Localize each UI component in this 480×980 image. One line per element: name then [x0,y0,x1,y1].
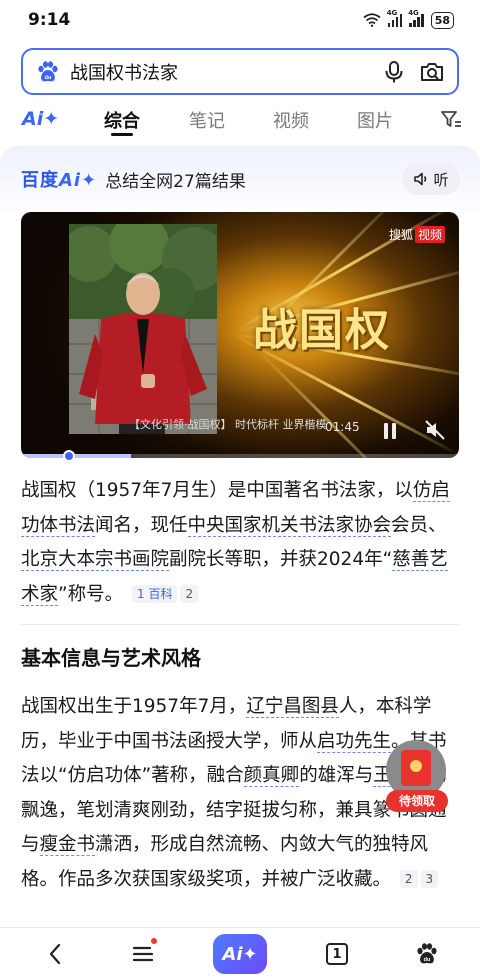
filter-icon[interactable] [440,110,462,130]
battery-icon: 58 [430,11,454,29]
status-time: 9:14 [28,10,71,30]
microphone-icon[interactable] [383,60,405,84]
divider [21,624,459,625]
status-bar: 9:14 4G 4G 58 [0,0,480,40]
speaker-icon [414,172,427,186]
back-arrow-icon [49,943,61,965]
citation-2[interactable]: 2 [399,869,418,888]
camera-search-icon[interactable] [419,60,445,84]
video-source-badge: 搜狐 视频 [389,226,445,243]
tab-ai[interactable]: Ai✦ [22,108,59,130]
listen-button[interactable]: 听 [402,163,460,195]
video-title-text: 战国权 [253,305,391,356]
battery-level: 58 [434,13,450,27]
active-tab-indicator [111,133,133,136]
citation-baike[interactable]: 1 百科 [132,584,178,603]
tabs-count-button[interactable]: 1 [326,943,348,965]
listen-label: 听 [433,170,449,189]
baidu-paw-icon: du [417,943,437,964]
tab-video[interactable]: 视频 [273,107,309,133]
search-bar[interactable]: du 战国权书法家 [21,48,459,95]
tab-images[interactable]: 图片 [357,107,393,133]
ai-card-header: 百度Ai✦ 总结全网27篇结果 [21,166,246,192]
back-button[interactable] [40,936,70,972]
citation-2[interactable]: 2 [180,584,199,603]
intro-paragraph: 战国权（1957年7月生）是中国著名书法家，以仿启功体书法闻名，现任中央国家机关… [21,480,450,606]
link-qigong[interactable]: 启功先生 [317,730,392,753]
video-player[interactable]: 战国权 搜狐 视频 【文化引领·战国权】 时代标杆 业界楷模 01:45 [21,212,459,458]
status-icons: 4G 4G 58 [363,9,454,29]
ai-answer-card: 百度Ai✦ 总结全网27篇结果 听 战国权 搜狐 视频 【文化引领·战国权】 时… [0,146,480,936]
link-central-calligraphers-association[interactable]: 中央国家机关书法家协会 [187,514,392,537]
link-beijing-academy[interactable]: 北京大本宗书画院 [21,549,170,571]
tab-notes[interactable]: 笔记 [189,107,225,133]
video-timestamp: 01:45 [325,420,360,434]
red-packet-label: 待领取 [386,790,448,812]
citation-3[interactable]: 3 [420,869,439,888]
video-progress-fill [21,454,131,458]
link-changtu-county[interactable]: 辽宁昌图县 [246,696,339,718]
video-portrait-image [69,224,217,434]
network-type-label: 4G [386,9,398,17]
red-packet-button[interactable]: 待领取 [386,740,448,812]
video-progress-handle[interactable] [63,450,75,462]
section-title: 基本信息与艺术风格 [21,646,201,670]
baidu-home-button[interactable]: du [412,936,442,972]
pause-icon[interactable] [379,420,401,442]
mute-icon[interactable] [423,418,447,442]
video-progress-bar[interactable] [21,454,459,458]
svg-text:du: du [424,957,431,963]
search-input[interactable]: 战国权书法家 [70,59,383,85]
red-envelope-icon [401,750,431,786]
signal-strength-icon: 4G [408,9,424,27]
bottom-navigation: Ai✦ 1 du [0,927,480,980]
network-type-label: 4G [408,9,419,17]
ai-assistant-button[interactable]: Ai✦ [213,934,267,974]
video-caption: 【文化引领·战国权】 时代标杆 业界楷模 [129,418,327,431]
link-yan-zhenqing[interactable]: 颜真卿 [243,765,300,787]
ai-summary-title: 总结全网27篇结果 [105,171,246,192]
svg-text:du: du [45,75,52,81]
menu-icon [132,946,154,962]
wifi-icon [363,13,381,27]
baidu-ai-logo: 百度Ai✦ [21,170,98,191]
signal-strength-icon: 4G [387,9,403,27]
tab-comprehensive[interactable]: 综合 [104,107,140,133]
search-tabs: Ai✦ 综合 笔记 视频 图片 [0,100,480,140]
link-slender-gold-script[interactable]: 瘦金书 [39,834,96,856]
notification-dot [151,938,157,944]
baidu-paw-icon: du [38,60,58,81]
